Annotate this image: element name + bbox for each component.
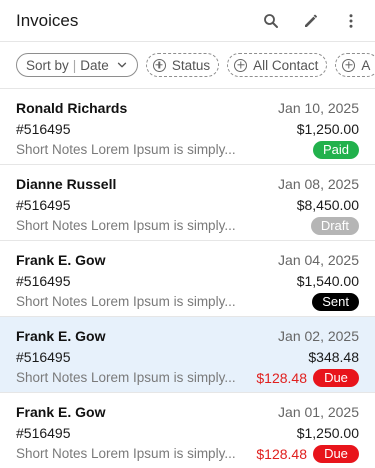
chevron-down-icon: [117, 62, 126, 68]
invoice-notes: Short Notes Lorem Ipsum is simply...: [16, 294, 236, 309]
invoice-number: #516495: [16, 348, 71, 365]
more-filter-label: A: [361, 57, 371, 73]
search-icon[interactable]: [259, 9, 283, 33]
status-badge: Paid: [312, 140, 359, 159]
invoice-amount: $8,450.00: [296, 196, 359, 213]
invoice-number: #516495: [16, 424, 71, 441]
app-bar: Invoices: [0, 0, 375, 42]
status-badge: Sent: [312, 292, 359, 311]
customer-name: Dianne Russell: [16, 175, 117, 192]
invoice-row[interactable]: Ronald Richards Jan 10, 2025 #516495 $1,…: [0, 89, 375, 165]
page-title: Invoices: [16, 10, 79, 30]
filter-bar: Sort by | Date Status All Contact A: [0, 42, 375, 89]
more-filter-chip[interactable]: A: [335, 53, 375, 77]
sort-label: Sort by: [26, 57, 69, 73]
invoice-amount: $1,250.00: [296, 424, 359, 441]
invoice-row[interactable]: Frank E. Gow Jan 02, 2025 #516495 $348.4…: [0, 317, 375, 393]
invoice-notes: Short Notes Lorem Ipsum is simply...: [16, 218, 236, 233]
due-amount: $128.48: [256, 445, 307, 462]
invoice-date: Jan 04, 2025: [278, 251, 359, 268]
sort-dropdown[interactable]: Sort by | Date: [16, 53, 138, 77]
customer-name: Frank E. Gow: [16, 251, 106, 268]
invoice-date: Jan 02, 2025: [278, 327, 359, 344]
status-badge: Due: [313, 444, 359, 463]
invoice-list: Ronald Richards Jan 10, 2025 #516495 $1,…: [0, 89, 375, 468]
invoice-row[interactable]: Frank E. Gow Jan 04, 2025 #516495 $1,540…: [0, 241, 375, 317]
invoice-notes: Short Notes Lorem Ipsum is simply...: [16, 370, 236, 385]
invoice-number: #516495: [16, 272, 71, 289]
add-circle-icon: [342, 58, 356, 72]
invoice-amount: $348.48: [308, 348, 359, 365]
customer-name: Frank E. Gow: [16, 403, 106, 420]
customer-name: Ronald Richards: [16, 99, 128, 116]
invoice-number: #516495: [16, 120, 71, 137]
more-vertical-icon[interactable]: [339, 9, 363, 33]
invoice-amount: $1,540.00: [296, 272, 359, 289]
app-bar-actions: [259, 9, 363, 33]
invoice-date: Jan 08, 2025: [278, 175, 359, 192]
status-badge: Draft: [310, 216, 359, 235]
status-filter-chip[interactable]: Status: [145, 53, 220, 77]
add-circle-icon: [234, 58, 248, 72]
invoice-row[interactable]: Dianne Russell Jan 08, 2025 #516495 $8,4…: [0, 165, 375, 241]
invoice-notes: Short Notes Lorem Ipsum is simply...: [16, 142, 236, 157]
sort-divider: |: [72, 57, 77, 73]
contact-filter-label: All Contact: [253, 57, 319, 73]
pencil-icon[interactable]: [299, 9, 323, 33]
sort-value: Date: [80, 57, 109, 73]
add-circle-icon: [152, 58, 166, 72]
status-badge: Due: [313, 368, 359, 387]
customer-name: Frank E. Gow: [16, 327, 106, 344]
invoice-notes: Short Notes Lorem Ipsum is simply...: [16, 446, 236, 461]
invoice-row[interactable]: Frank E. Gow Jan 01, 2025 #516495 $1,250…: [0, 393, 375, 468]
invoice-date: Jan 10, 2025: [278, 99, 359, 116]
contact-filter-chip[interactable]: All Contact: [227, 53, 328, 77]
invoice-date: Jan 01, 2025: [278, 403, 359, 420]
invoice-number: #516495: [16, 196, 71, 213]
invoice-amount: $1,250.00: [296, 120, 359, 137]
status-filter-label: Status: [171, 57, 211, 73]
due-amount: $128.48: [256, 369, 307, 386]
